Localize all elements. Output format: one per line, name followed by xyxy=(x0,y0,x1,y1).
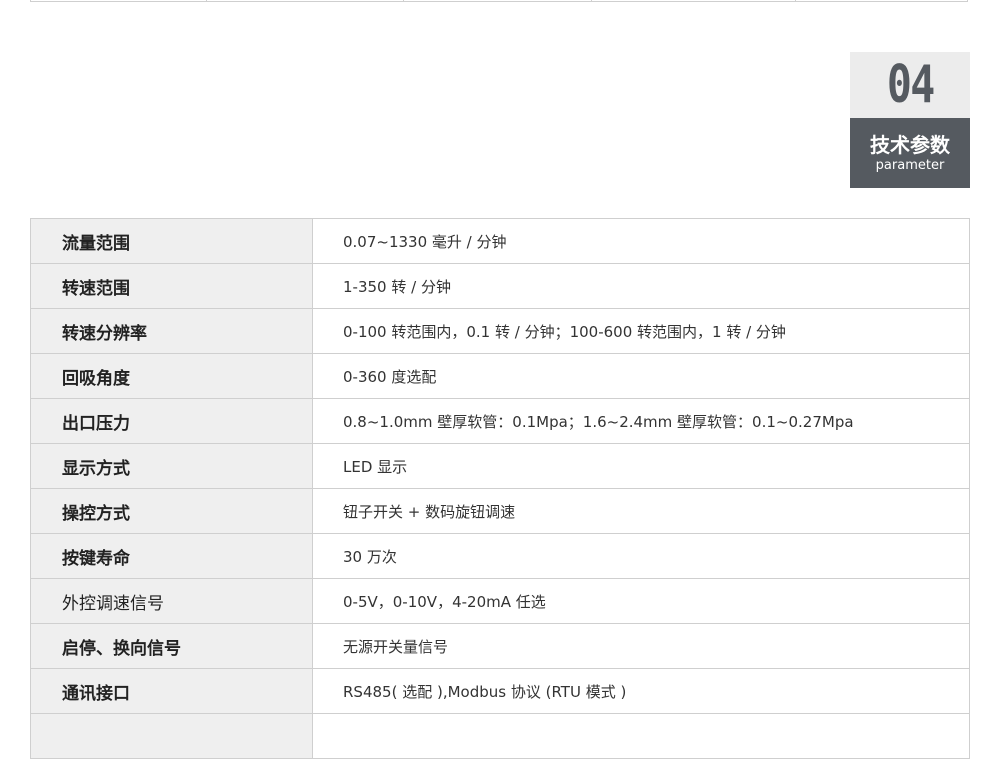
param-value: 0.07~1330 毫升 / 分钟 xyxy=(312,218,970,264)
table-row: 回吸角度 0-360 度选配 xyxy=(30,353,970,399)
param-value: 钮子开关 + 数码旋钮调速 xyxy=(312,488,970,534)
param-value: 0-5V，0-10V，4-20mA 任选 xyxy=(312,578,970,624)
param-key: 转速范围 xyxy=(30,263,313,309)
table-row: 通讯接口 RS485( 选配 ),Modbus 协议 (RTU 模式 ) xyxy=(30,668,970,714)
table-row: 转速分辨率 0-100 转范围内，0.1 转 / 分钟；100-600 转范围内… xyxy=(30,308,970,354)
param-key: 出口压力 xyxy=(30,398,313,444)
param-key-partial xyxy=(30,713,313,759)
table-row xyxy=(30,713,970,759)
param-key: 流量范围 xyxy=(30,218,313,264)
table-row: 流量范围 0.07~1330 毫升 / 分钟 xyxy=(30,218,970,264)
param-value: 30 万次 xyxy=(312,533,970,579)
param-value: RS485( 选配 ),Modbus 协议 (RTU 模式 ) xyxy=(312,668,970,714)
param-key: 回吸角度 xyxy=(30,353,313,399)
param-key: 操控方式 xyxy=(30,488,313,534)
section-number-box: 04 xyxy=(850,52,970,118)
table-row: 按键寿命 30 万次 xyxy=(30,533,970,579)
table-divider xyxy=(403,0,404,2)
param-value: 0-100 转范围内，0.1 转 / 分钟；100-600 转范围内，1 转 /… xyxy=(312,308,970,354)
param-key: 按键寿命 xyxy=(30,533,313,579)
param-value: LED 显示 xyxy=(312,443,970,489)
table-divider xyxy=(206,0,207,2)
previous-table-bottom xyxy=(30,0,968,2)
section-badge: 04 技术参数 parameter xyxy=(850,52,970,188)
param-value: 0-360 度选配 xyxy=(312,353,970,399)
parameter-table: 流量范围 0.07~1330 毫升 / 分钟 转速范围 1-350 转 / 分钟… xyxy=(30,218,970,759)
param-key: 外控调速信号 xyxy=(30,578,313,624)
table-row: 外控调速信号 0-5V，0-10V，4-20mA 任选 xyxy=(30,578,970,624)
table-divider xyxy=(591,0,592,2)
param-value: 1-350 转 / 分钟 xyxy=(312,263,970,309)
param-key: 显示方式 xyxy=(30,443,313,489)
section-label-box: 技术参数 parameter xyxy=(850,118,970,188)
param-value-partial xyxy=(312,713,970,759)
table-row: 转速范围 1-350 转 / 分钟 xyxy=(30,263,970,309)
param-key: 通讯接口 xyxy=(30,668,313,714)
table-divider xyxy=(967,0,968,2)
param-value: 无源开关量信号 xyxy=(312,623,970,669)
param-key: 启停、换向信号 xyxy=(30,623,313,669)
param-key: 转速分辨率 xyxy=(30,308,313,354)
section-title-en: parameter xyxy=(875,158,945,173)
section-number: 04 xyxy=(886,55,935,115)
table-row: 启停、换向信号 无源开关量信号 xyxy=(30,623,970,669)
table-divider xyxy=(30,0,31,2)
table-row: 出口压力 0.8~1.0mm 壁厚软管：0.1Mpa；1.6~2.4mm 壁厚软… xyxy=(30,398,970,444)
section-title-zh: 技术参数 xyxy=(870,133,950,157)
table-row: 显示方式 LED 显示 xyxy=(30,443,970,489)
param-value: 0.8~1.0mm 壁厚软管：0.1Mpa；1.6~2.4mm 壁厚软管：0.1… xyxy=(312,398,970,444)
table-row: 操控方式 钮子开关 + 数码旋钮调速 xyxy=(30,488,970,534)
table-divider xyxy=(795,0,796,2)
